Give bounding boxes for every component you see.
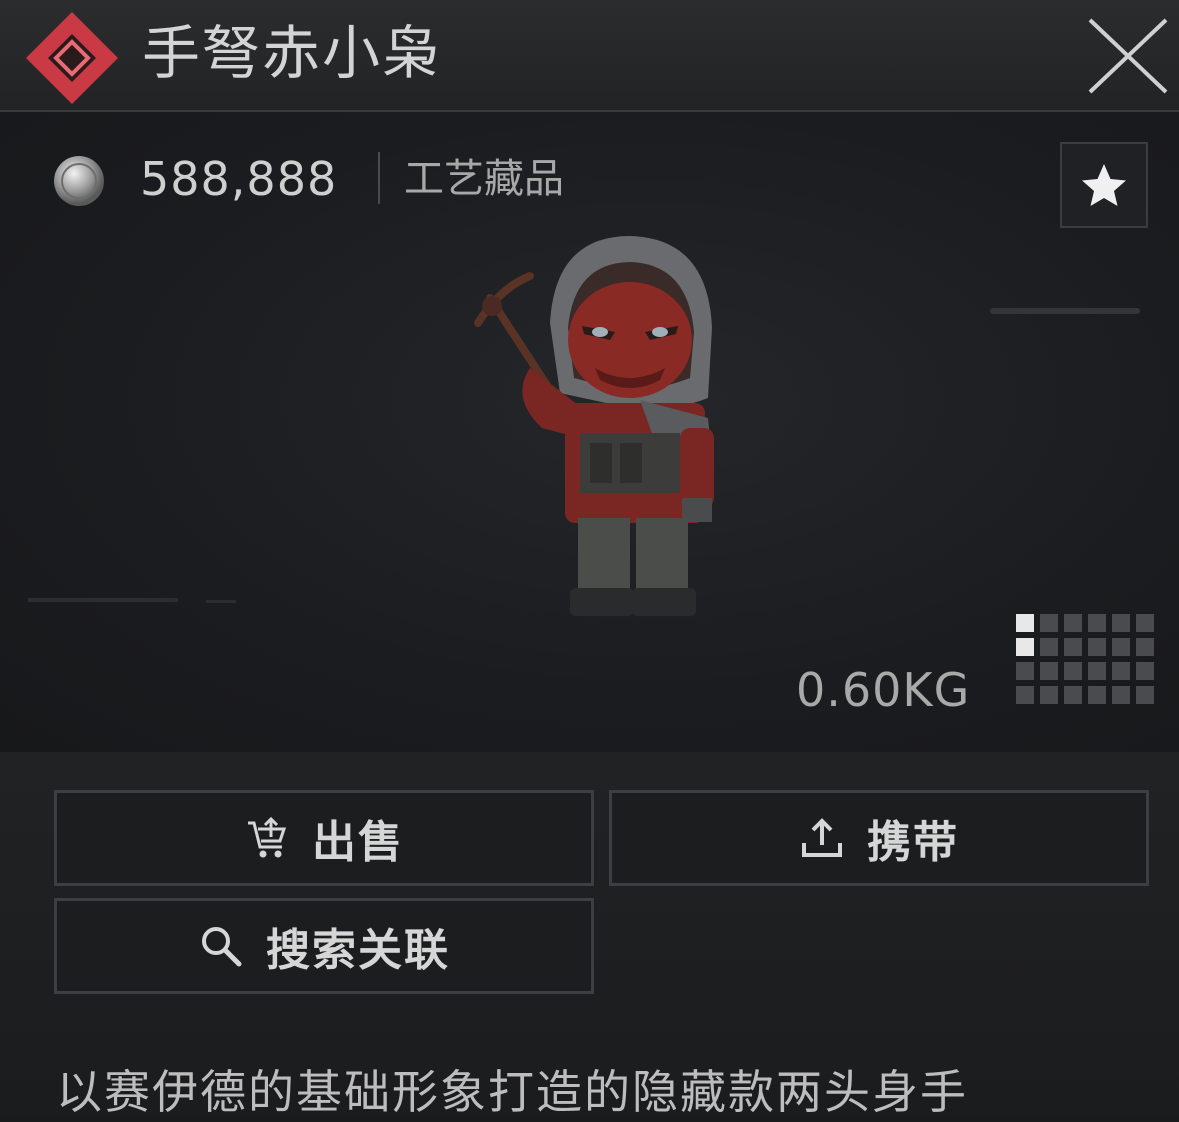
size-grid-cell	[1112, 662, 1130, 680]
size-grid-cell	[1064, 662, 1082, 680]
upload-icon	[802, 818, 842, 857]
cart-icon	[248, 816, 287, 858]
size-grid-cell	[1016, 662, 1034, 680]
size-grid-cell	[1088, 638, 1106, 656]
search-related-button[interactable]: 搜索关联	[54, 898, 594, 994]
item-weight: 0.60KG	[796, 663, 971, 717]
item-category: 工艺藏品	[404, 156, 564, 202]
size-grid-cell	[1112, 638, 1130, 656]
item-header: 手弩赤小枭	[0, 0, 1179, 112]
size-grid-cell	[1064, 614, 1082, 632]
favorite-button[interactable]	[1060, 142, 1148, 228]
search-related-button-label: 搜索关联	[266, 925, 450, 976]
diamond-rarity-icon	[26, 12, 118, 104]
size-grid-cell	[1040, 638, 1058, 656]
size-grid-cell	[1088, 662, 1106, 680]
size-grid-cell	[1040, 686, 1058, 704]
close-button[interactable]	[1082, 14, 1172, 98]
size-grid-cell	[1064, 686, 1082, 704]
size-grid-cell	[1040, 662, 1058, 680]
decorative-line	[990, 308, 1140, 314]
coin-icon	[54, 156, 104, 206]
size-grid-cell	[1136, 638, 1154, 656]
size-grid-cell	[1088, 686, 1106, 704]
item-size-grid-icon	[1016, 614, 1154, 704]
size-grid-cell	[1064, 638, 1082, 656]
carry-button[interactable]: 携带	[609, 790, 1149, 886]
sell-button-label: 出售	[312, 817, 404, 868]
size-grid-cell	[1136, 662, 1154, 680]
divider	[378, 152, 380, 204]
search-icon	[202, 927, 242, 967]
item-figure-image	[474, 236, 714, 616]
item-description: 以赛伊德的基础形象打造的隐藏款两头身手	[56, 1065, 968, 1119]
size-grid-cell	[1112, 686, 1130, 704]
item-price: 588,888	[140, 152, 338, 206]
sell-button[interactable]: 出售	[54, 790, 594, 886]
carry-button-label: 携带	[867, 817, 959, 868]
size-grid-cell	[1016, 686, 1034, 704]
close-icon	[1088, 18, 1168, 94]
size-grid-cell	[1016, 638, 1034, 656]
star-icon	[1082, 164, 1126, 206]
size-grid-cell	[1040, 614, 1058, 632]
size-grid-cell	[1088, 614, 1106, 632]
item-title: 手弩赤小枭	[142, 19, 443, 87]
size-grid-cell	[1016, 614, 1034, 632]
size-grid-cell	[1112, 614, 1130, 632]
size-grid-cell	[1136, 686, 1154, 704]
decorative-line	[206, 600, 236, 603]
decorative-line	[28, 598, 178, 602]
size-grid-cell	[1136, 614, 1154, 632]
